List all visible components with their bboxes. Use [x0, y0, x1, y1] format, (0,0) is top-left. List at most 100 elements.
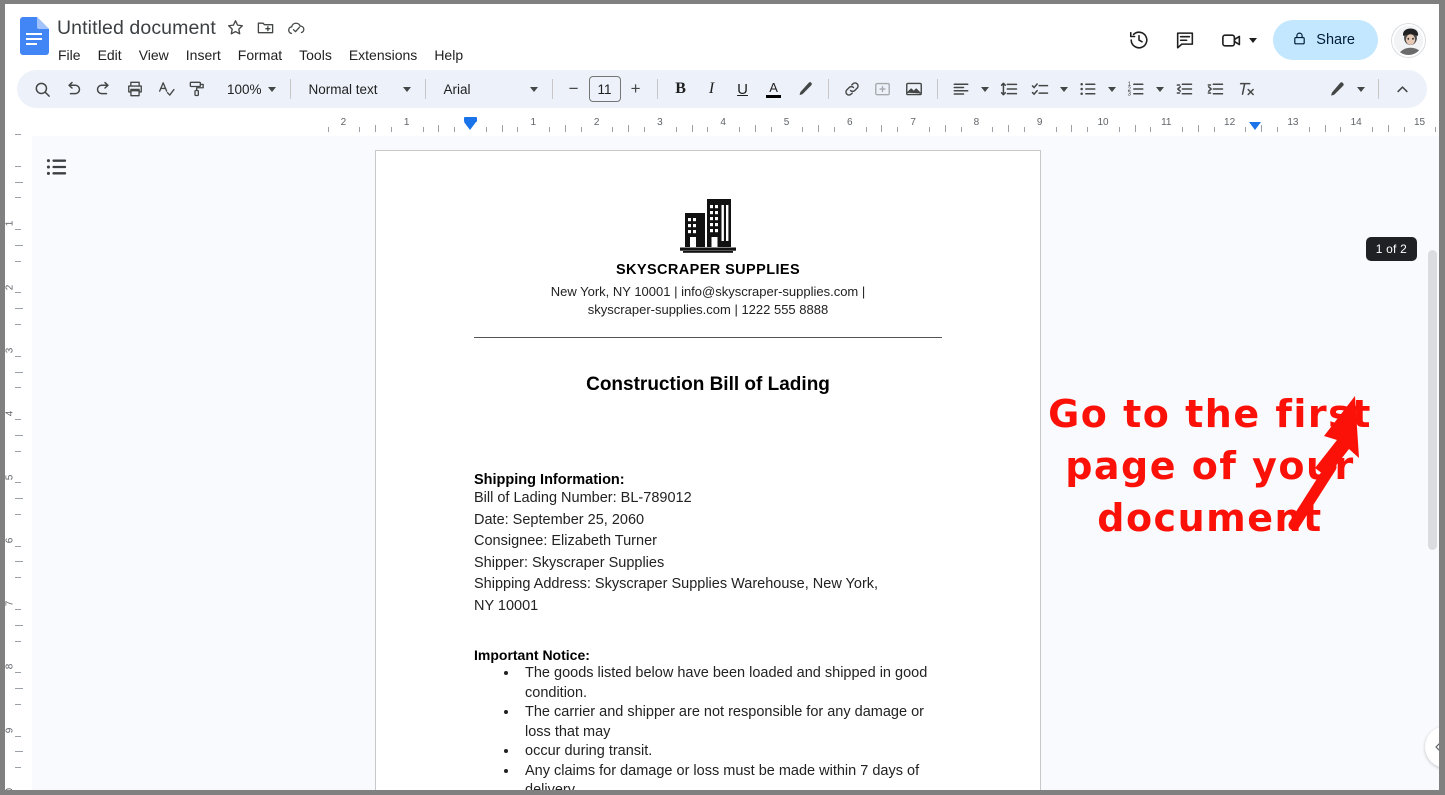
increase-indent-icon[interactable]: [1200, 74, 1230, 104]
ruler-label: 10: [1097, 117, 1109, 128]
ruler-tick: [739, 127, 741, 132]
page-content[interactable]: SKYSCRAPER SUPPLIES New York, NY 10001 |…: [376, 151, 1040, 790]
menu-help[interactable]: Help: [427, 45, 470, 65]
print-icon[interactable]: [120, 74, 150, 104]
right-indent-marker[interactable]: [1248, 122, 1261, 130]
comment-icon[interactable]: [1165, 20, 1205, 60]
ruler-label: 9: [5, 727, 16, 733]
italic-button[interactable]: I: [697, 74, 727, 104]
insert-link-icon[interactable]: [837, 74, 867, 104]
underline-button[interactable]: U: [728, 74, 758, 104]
toolbar-divider: [551, 79, 553, 99]
menu-format[interactable]: Format: [231, 45, 289, 65]
insert-image-icon[interactable]: [899, 74, 929, 104]
cloud-saved-icon[interactable]: [286, 18, 306, 38]
text-color-button[interactable]: A: [759, 74, 789, 104]
ruler-tick: [15, 197, 21, 199]
ruler-label: 6: [5, 537, 16, 544]
horizontal-ruler[interactable]: 2 1 1 2 3 4 5 6 7 8 9 10 11 12 13 14 15: [32, 114, 1439, 136]
menu-extensions[interactable]: Extensions: [342, 45, 424, 65]
ruler-label: 6: [847, 117, 853, 128]
ruler-label: 4: [5, 410, 16, 417]
bold-button[interactable]: B: [666, 74, 696, 104]
zoom-selector[interactable]: 100%: [219, 74, 282, 104]
ruler-tick: [15, 181, 23, 183]
undo-icon[interactable]: [58, 74, 88, 104]
ruler-tick: [15, 419, 21, 421]
pencil-edit-icon[interactable]: [1321, 74, 1351, 104]
add-comment-icon[interactable]: [868, 74, 898, 104]
ruler-tick: [15, 308, 23, 310]
ruler-tick: [422, 127, 424, 132]
ruler-label: 15: [1413, 117, 1426, 128]
menu-view[interactable]: View: [132, 45, 176, 65]
star-icon[interactable]: [226, 18, 246, 38]
bulleted-list-icon[interactable]: [1073, 74, 1103, 104]
ruler-tick: [1308, 127, 1310, 132]
shipping-line: Consignee: Elizabeth Turner: [474, 533, 657, 549]
paint-roller-icon[interactable]: [182, 74, 212, 104]
font-value: Arial: [443, 81, 471, 97]
font-size-input[interactable]: 11: [588, 76, 621, 102]
meet-group[interactable]: [1211, 20, 1261, 60]
decrease-font-size-button[interactable]: −: [561, 76, 587, 102]
ruler-tick: [833, 127, 835, 132]
menu-file[interactable]: File: [51, 45, 88, 65]
vertical-scrollbar[interactable]: [1426, 246, 1439, 790]
editing-mode-dropdown-caret-icon[interactable]: [1352, 74, 1370, 104]
ruler-tick: [375, 125, 377, 132]
ruler-label: 13: [1287, 117, 1299, 128]
ruler-tick: [1387, 125, 1389, 132]
toolbar-divider: [289, 79, 291, 99]
redo-icon[interactable]: [89, 74, 119, 104]
chevron-up-icon[interactable]: [1387, 74, 1417, 104]
chevron-down-icon[interactable]: [1249, 37, 1258, 43]
bulleted-list-dropdown-caret-icon[interactable]: [1104, 74, 1120, 104]
spellcheck-icon[interactable]: [151, 74, 181, 104]
left-indent-marker[interactable]: [464, 122, 476, 130]
paragraph-style-selector[interactable]: Normal text: [299, 74, 417, 104]
ruler-tick: [15, 624, 23, 626]
ruler-tick: [15, 688, 23, 690]
line-spacing-icon[interactable]: [994, 74, 1024, 104]
checklist-dropdown-caret-icon[interactable]: [1056, 74, 1072, 104]
document-title[interactable]: Untitled document: [57, 17, 216, 40]
google-docs-icon[interactable]: [19, 17, 49, 55]
chevron-down-icon: [1155, 86, 1164, 92]
ruler-tick: [15, 260, 21, 262]
ruler-tick: [15, 482, 21, 484]
numbered-list-dropdown-caret-icon[interactable]: [1152, 74, 1168, 104]
align-left-icon[interactable]: [946, 74, 976, 104]
menu-tools[interactable]: Tools: [292, 45, 339, 65]
ruler-label: 3: [657, 117, 663, 128]
document-page[interactable]: SKYSCRAPER SUPPLIES New York, NY 10001 |…: [375, 150, 1041, 790]
increase-font-size-button[interactable]: +: [623, 76, 649, 102]
clear-formatting-icon[interactable]: [1231, 74, 1261, 104]
vertical-ruler[interactable]: 1 2 3 4 5 6 7 8 9 10: [5, 114, 32, 790]
align-dropdown-caret-icon[interactable]: [977, 74, 993, 104]
scrollbar-thumb[interactable]: [1428, 250, 1437, 550]
checklist-icon[interactable]: [1025, 74, 1055, 104]
ruler-tick: [15, 513, 21, 515]
red-arrow-pointing-up-right: [1288, 396, 1359, 531]
first-line-indent-marker[interactable]: [463, 117, 477, 122]
search-icon[interactable]: [27, 74, 57, 104]
ruler-tick: [1118, 127, 1120, 132]
share-button[interactable]: Share: [1273, 20, 1378, 60]
menu-edit[interactable]: Edit: [91, 45, 129, 65]
highlight-pen-icon[interactable]: [790, 74, 820, 104]
menu-insert[interactable]: Insert: [179, 45, 228, 65]
ruler-tick: [1324, 125, 1326, 132]
chevron-down-icon: [529, 86, 538, 92]
ruler-tick: [15, 577, 21, 579]
numbered-list-icon[interactable]: 1 2 3: [1121, 74, 1151, 104]
version-history-icon[interactable]: [1119, 20, 1159, 60]
move-to-folder-icon[interactable]: [256, 18, 276, 38]
chevron-down-icon: [1107, 86, 1116, 92]
ruler-label: 5: [783, 117, 790, 128]
decrease-indent-icon[interactable]: [1169, 74, 1199, 104]
font-family-selector[interactable]: Arial: [434, 74, 544, 104]
video-camera-icon[interactable]: [1211, 20, 1251, 60]
user-avatar[interactable]: [1392, 23, 1425, 57]
document-outline-icon[interactable]: [44, 154, 70, 180]
